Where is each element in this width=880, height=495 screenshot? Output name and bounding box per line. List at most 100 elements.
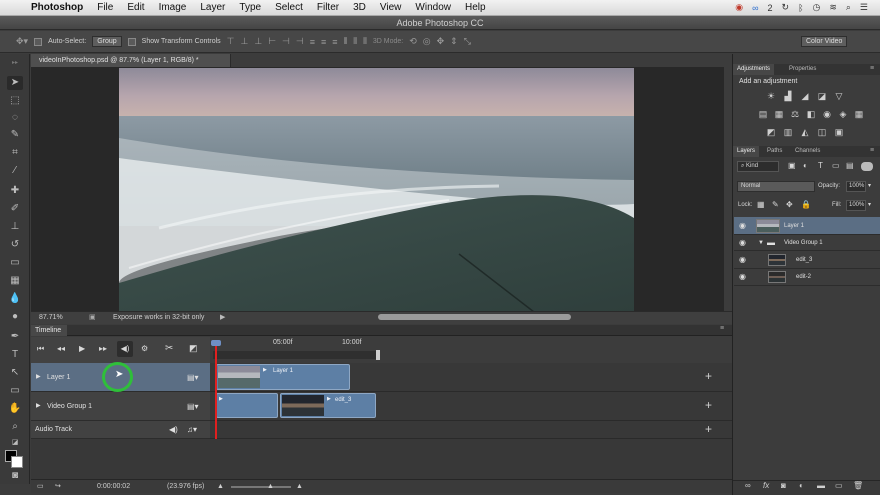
tab-properties[interactable]: Properties xyxy=(785,64,820,75)
history-brush-tool-icon[interactable]: ↺ xyxy=(7,238,23,252)
clone-stamp-tool-icon[interactable]: ⊥ xyxy=(7,220,23,234)
menu-layer[interactable]: Layer xyxy=(193,2,232,13)
new-layer-icon[interactable]: ▭ xyxy=(835,481,843,490)
layer-name[interactable]: edit_3 xyxy=(796,252,812,268)
dodge-tool-icon[interactable]: ● xyxy=(7,310,23,324)
3d-roll-icon[interactable]: ◎ xyxy=(423,36,431,47)
link-layers-icon[interactable]: ∞ xyxy=(745,481,751,490)
music-note-icon[interactable]: ♫▾ xyxy=(187,425,197,434)
eraser-tool-icon[interactable]: ▭ xyxy=(7,256,23,270)
timeline-tab[interactable]: Timeline xyxy=(31,325,67,336)
channel-mixer-icon[interactable]: ◈ xyxy=(838,109,848,119)
tab-paths[interactable]: Paths xyxy=(763,146,786,157)
gradient-map-icon[interactable]: ▣ xyxy=(834,127,844,137)
menu-filter[interactable]: Filter xyxy=(310,2,346,13)
menu-3d[interactable]: 3D xyxy=(346,2,373,13)
align-right-icon[interactable]: ⊣ xyxy=(296,36,304,47)
layer-row-edit-3[interactable]: ◉ edit_3 xyxy=(734,252,880,269)
balance-icon[interactable]: ⚖ xyxy=(790,109,800,119)
healing-tool-icon[interactable]: ✚ xyxy=(7,184,23,198)
menu-type[interactable]: Type xyxy=(232,2,268,13)
distribute-right-icon[interactable]: ⫴ xyxy=(363,36,367,47)
bluetooth-icon[interactable]: ᛒ xyxy=(798,3,803,13)
lasso-tool-icon[interactable]: ◌ xyxy=(7,111,23,125)
layers-panel-menu-icon[interactable]: ≡ xyxy=(870,147,874,154)
opacity-dropdown-arrow-icon[interactable]: ▾ xyxy=(868,182,871,189)
expand-arrow-icon[interactable]: ▶ xyxy=(36,373,41,380)
menu-image[interactable]: Image xyxy=(152,2,194,13)
group-expand-arrow-icon[interactable]: ▼ xyxy=(758,235,764,251)
transition-icon[interactable]: ◩ xyxy=(189,343,198,354)
levels-icon[interactable]: ▟ xyxy=(783,91,793,101)
hand-tool-icon[interactable]: ✋ xyxy=(7,402,23,416)
3d-pan-icon[interactable]: ✥ xyxy=(437,36,445,47)
selective-color-icon[interactable]: ◫ xyxy=(817,127,827,137)
tab-adjustments[interactable]: Adjustments xyxy=(733,64,775,75)
hue-icon[interactable]: ▦ xyxy=(774,109,784,119)
type-tool-icon[interactable]: T xyxy=(7,348,23,362)
eyedropper-tool-icon[interactable]: ⁄ xyxy=(7,164,23,178)
playback-settings-icon[interactable]: ⚙ xyxy=(141,344,148,353)
menu-window[interactable]: Window xyxy=(408,2,458,13)
expand-arrow-icon[interactable]: ▶ xyxy=(36,402,41,409)
convert-to-frame-animation-icon[interactable]: ↪ xyxy=(55,480,61,493)
lock-transparent-icon[interactable]: ▦ xyxy=(757,200,765,209)
timeline-zoom-slider-thumb[interactable]: ▲ xyxy=(267,480,274,493)
layer-name[interactable]: Layer 1 xyxy=(784,217,804,235)
timeline-track-audio[interactable]: + xyxy=(210,421,732,439)
eye-icon[interactable]: ◉ xyxy=(739,252,746,268)
distribute-hcenter-icon[interactable]: ⫴ xyxy=(353,36,357,47)
marquee-tool-icon[interactable]: ⬚ xyxy=(7,94,23,108)
filter-toggle-switch[interactable] xyxy=(861,162,873,171)
eye-icon[interactable]: ◉ xyxy=(739,235,746,251)
status-menu-arrow-icon[interactable]: ▶ xyxy=(220,312,225,324)
layer-row-video-group-1[interactable]: ◉ ▼ ▬ Video Group 1 xyxy=(734,235,880,251)
zoom-in-icon[interactable]: ▲ xyxy=(296,480,303,493)
quick-select-tool-icon[interactable]: ✎ xyxy=(7,128,23,142)
canvas-vertical-scrollbar[interactable] xyxy=(724,67,732,311)
spotlight-icon[interactable]: ⌕ xyxy=(846,2,851,13)
audio-mute-icon[interactable]: ◀) xyxy=(169,425,178,434)
filter-type-icon[interactable]: T xyxy=(818,161,823,170)
layer-style-icon[interactable]: fx xyxy=(763,481,769,490)
menu-app-name[interactable]: Photoshop xyxy=(24,2,90,13)
delete-layer-icon[interactable]: 🗑 xyxy=(853,481,863,490)
align-hcenter-icon[interactable]: ⊣ xyxy=(282,36,290,47)
film-strip-icon[interactable]: ▤▾ xyxy=(187,373,199,382)
distribute-vcenter-icon[interactable]: ≡ xyxy=(321,37,326,47)
quick-mask-icon[interactable]: ◙ xyxy=(7,469,23,483)
tab-layers[interactable]: Layers xyxy=(733,146,760,157)
move-tool-preset-icon[interactable]: ✥▾ xyxy=(16,36,28,47)
timeline-row-video-group-1[interactable]: ▶ Video Group 1 ▤▾ xyxy=(31,392,210,421)
layer-row-edit-2[interactable]: ◉ edit-2 xyxy=(734,269,880,286)
menu-help[interactable]: Help xyxy=(458,2,493,13)
menu-view[interactable]: View xyxy=(373,2,409,13)
split-at-playhead-icon[interactable]: ✂ xyxy=(165,343,173,354)
timeline-row-audio-track[interactable]: Audio Track ◀) ♫▾ xyxy=(31,421,210,439)
path-select-tool-icon[interactable]: ↖ xyxy=(7,366,23,380)
canvas-horizontal-scroll-thumb[interactable] xyxy=(378,314,571,320)
add-media-button[interactable]: + xyxy=(705,398,712,412)
document-tab[interactable]: videoInPhotoshop.psd @ 87.7% (Layer 1, R… xyxy=(31,54,231,67)
grid-icon[interactable]: ▦ xyxy=(854,109,864,119)
creative-cloud-icon[interactable]: ∞ xyxy=(752,3,758,13)
distribute-left-icon[interactable]: ⫴ xyxy=(344,36,348,47)
timeline-panel-menu-icon[interactable]: ≡ xyxy=(720,325,724,332)
menu-select[interactable]: Select xyxy=(268,2,310,13)
align-left-icon[interactable]: ⊢ xyxy=(268,36,276,47)
notification-icon[interactable]: ☰ xyxy=(860,2,868,13)
zoom-out-icon[interactable]: ▲ xyxy=(217,480,224,493)
blur-tool-icon[interactable]: 💧 xyxy=(7,292,23,306)
playhead[interactable] xyxy=(215,343,217,439)
layer-filter-dropdown[interactable]: ⌕ Kind xyxy=(737,161,779,172)
distribute-top-icon[interactable]: ≡ xyxy=(310,37,315,47)
record-icon[interactable]: ◉ xyxy=(735,2,743,13)
fill-field[interactable]: 100% xyxy=(846,200,866,211)
add-media-button[interactable]: + xyxy=(705,369,712,383)
clip-edit-2[interactable]: ▶ xyxy=(216,393,278,418)
tools-collapse-icon[interactable]: ▸▸ xyxy=(7,56,23,70)
layer-name[interactable]: Video Group 1 xyxy=(784,235,823,251)
exposure-icon[interactable]: ◪ xyxy=(817,91,827,101)
work-area-end-handle[interactable] xyxy=(376,350,380,360)
timeline-zoom-slider[interactable] xyxy=(231,486,291,488)
